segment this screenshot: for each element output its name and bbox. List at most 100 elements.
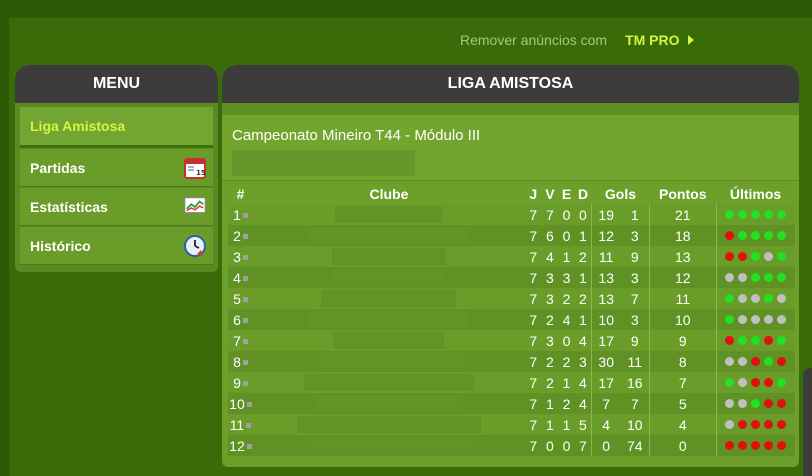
played-cell: 7 [529, 437, 538, 454]
win-dot-icon[interactable] [725, 210, 735, 219]
loss-dot-icon[interactable] [764, 399, 774, 408]
draw-dot-icon[interactable] [725, 420, 735, 429]
draw-dot-icon[interactable] [777, 294, 787, 303]
loss-dot-icon[interactable] [764, 441, 774, 450]
draw-dot-icon[interactable] [725, 357, 735, 366]
club-name-redacted[interactable] [331, 248, 446, 266]
col-pos[interactable]: # [228, 183, 253, 204]
win-dot-icon[interactable] [764, 294, 774, 303]
draw-dot-icon[interactable] [764, 252, 774, 261]
menu-item-partidas[interactable]: Partidas 15 [20, 149, 213, 187]
win-dot-icon[interactable] [738, 231, 748, 240]
win-dot-icon[interactable] [725, 294, 735, 303]
win-dot-icon[interactable] [751, 210, 761, 219]
club-cell[interactable] [253, 330, 525, 351]
menu-item-historico[interactable]: Histórico [20, 227, 213, 265]
loss-dot-icon[interactable] [725, 231, 735, 240]
win-dot-icon[interactable] [751, 399, 761, 408]
loss-dot-icon[interactable] [725, 336, 735, 345]
club-name-redacted[interactable] [335, 206, 443, 224]
win-dot-icon[interactable] [764, 231, 774, 240]
win-dot-icon[interactable] [764, 210, 774, 219]
loss-dot-icon[interactable] [751, 357, 761, 366]
loss-dot-icon[interactable] [725, 252, 735, 261]
club-name-redacted[interactable] [315, 395, 462, 413]
club-name-redacted[interactable] [303, 374, 474, 392]
loss-dot-icon[interactable] [738, 420, 748, 429]
win-dot-icon[interactable] [764, 273, 774, 282]
win-dot-icon[interactable] [738, 336, 748, 345]
loss-dot-icon[interactable] [725, 441, 735, 450]
win-dot-icon[interactable] [777, 378, 787, 387]
table-row: 8 7 2 2 3 30 11 8 [228, 351, 795, 372]
club-cell[interactable] [253, 204, 525, 225]
col-pontos[interactable]: Pontos [650, 183, 716, 204]
menu-item-liga-amistosa[interactable]: Liga Amistosa [20, 107, 213, 148]
club-name-redacted[interactable] [313, 353, 464, 371]
col-j[interactable]: J [525, 183, 542, 204]
club-cell[interactable] [253, 435, 525, 456]
club-cell[interactable] [253, 225, 525, 246]
draw-dot-icon[interactable] [738, 273, 748, 282]
win-dot-icon[interactable] [725, 378, 735, 387]
draw-dot-icon[interactable] [751, 294, 761, 303]
loss-dot-icon[interactable] [777, 420, 787, 429]
loss-dot-icon[interactable] [777, 399, 787, 408]
club-name-redacted[interactable] [296, 416, 481, 434]
club-cell[interactable] [253, 372, 525, 393]
club-cell[interactable] [253, 351, 525, 372]
club-name-redacted[interactable] [333, 332, 445, 350]
club-name-redacted[interactable] [332, 269, 445, 287]
win-dot-icon[interactable] [725, 315, 735, 324]
draw-dot-icon[interactable] [738, 294, 748, 303]
loss-dot-icon[interactable] [738, 252, 748, 261]
draw-dot-icon[interactable] [738, 378, 748, 387]
played-cell: 7 [529, 374, 538, 391]
club-name-redacted[interactable] [321, 290, 457, 308]
club-cell[interactable] [253, 393, 525, 414]
col-club[interactable]: Clube [253, 183, 525, 204]
loss-dot-icon[interactable] [751, 378, 761, 387]
loss-dot-icon[interactable] [751, 441, 761, 450]
loss-dot-icon[interactable] [777, 441, 787, 450]
club-name-redacted[interactable] [306, 437, 472, 455]
draw-dot-icon[interactable] [738, 315, 748, 324]
win-dot-icon[interactable] [751, 252, 761, 261]
win-dot-icon[interactable] [777, 231, 787, 240]
club-cell[interactable] [253, 267, 525, 288]
tm-pro-link[interactable]: TM PRO [625, 32, 694, 48]
loss-dot-icon[interactable] [751, 420, 761, 429]
club-cell[interactable] [253, 309, 525, 330]
draw-dot-icon[interactable] [738, 357, 748, 366]
win-dot-icon[interactable] [738, 210, 748, 219]
win-dot-icon[interactable] [777, 273, 787, 282]
draw-dot-icon[interactable] [751, 315, 761, 324]
loss-dot-icon[interactable] [764, 378, 774, 387]
win-dot-icon[interactable] [764, 357, 774, 366]
win-dot-icon[interactable] [751, 273, 761, 282]
col-v[interactable]: V [542, 183, 559, 204]
win-dot-icon[interactable] [777, 210, 787, 219]
draw-dot-icon[interactable] [777, 315, 787, 324]
loss-dot-icon[interactable] [764, 336, 774, 345]
col-e[interactable]: E [558, 183, 575, 204]
menu-item-estatisticas[interactable]: Estatísticas [20, 188, 213, 226]
loss-dot-icon[interactable] [764, 420, 774, 429]
col-d[interactable]: D [575, 183, 592, 204]
club-cell[interactable] [253, 288, 525, 309]
col-gols[interactable]: Gols [591, 183, 649, 204]
loss-dot-icon[interactable] [738, 441, 748, 450]
draw-dot-icon[interactable] [725, 399, 735, 408]
win-dot-icon[interactable] [751, 231, 761, 240]
draw-dot-icon[interactable] [764, 315, 774, 324]
win-dot-icon[interactable] [751, 336, 761, 345]
club-name-redacted[interactable] [308, 227, 469, 245]
club-cell[interactable] [253, 246, 525, 267]
win-dot-icon[interactable] [777, 336, 787, 345]
draw-dot-icon[interactable] [725, 273, 735, 282]
loss-dot-icon[interactable] [777, 357, 787, 366]
win-dot-icon[interactable] [777, 252, 787, 261]
club-cell[interactable] [253, 414, 525, 435]
draw-dot-icon[interactable] [738, 399, 748, 408]
club-name-redacted[interactable] [308, 311, 469, 329]
